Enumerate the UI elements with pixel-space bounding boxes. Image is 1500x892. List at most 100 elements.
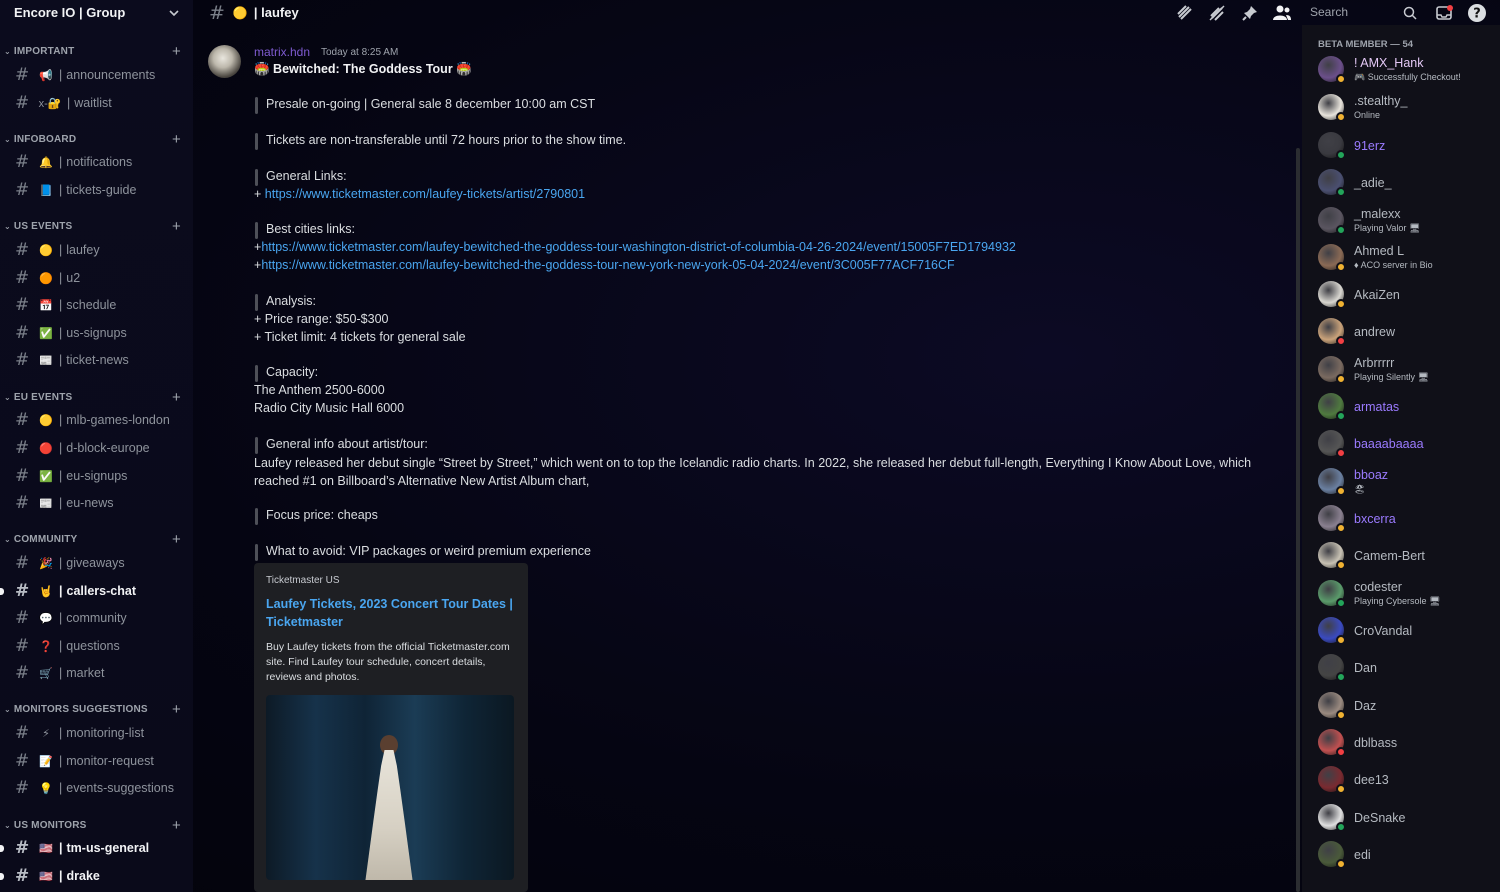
member-item[interactable]: bboaz 🏖	[1318, 468, 1498, 500]
channel-drake[interactable]: # 🇺🇸 | drake	[0, 864, 186, 888]
channel-emoji: 💬	[39, 612, 53, 625]
member-item[interactable]: andrew	[1318, 318, 1498, 350]
category-important[interactable]: ⌄ IMPORTANT +	[0, 43, 193, 59]
channel-monitor-request[interactable]: # 📝 | monitor-request	[8, 749, 186, 773]
member-activity: Playing Valor 🖥	[1354, 223, 1421, 233]
add-channel-icon[interactable]: +	[172, 818, 181, 833]
member-item[interactable]: dblbass	[1318, 729, 1498, 761]
channel-giveaways[interactable]: # 🎉 | giveaways	[8, 551, 186, 575]
threads-icon[interactable]	[1175, 3, 1195, 23]
channel-announcements[interactable]: # 📢 | announcements	[8, 63, 186, 87]
channel-schedule[interactable]: # 📅 | schedule	[8, 293, 186, 317]
member-item[interactable]: _malexx Playing Valor 🖥	[1318, 207, 1498, 239]
members-icon[interactable]	[1272, 3, 1292, 23]
search-icon[interactable]	[1400, 3, 1420, 23]
channel-emoji: ✅	[39, 327, 53, 340]
chevron-down-icon[interactable]	[167, 6, 181, 20]
add-channel-icon[interactable]: +	[172, 44, 181, 59]
member-item[interactable]: edi	[1318, 841, 1498, 873]
embed-image[interactable]	[266, 695, 514, 880]
washington-link[interactable]: https://www.ticketmaster.com/laufey-bewi…	[261, 240, 1016, 254]
member-item[interactable]: Camem-Bert	[1318, 542, 1498, 574]
channel-u2[interactable]: # 🟠 | u2	[8, 266, 186, 290]
hash-icon: #	[15, 723, 30, 743]
help-icon[interactable]: ?	[1467, 3, 1487, 23]
add-channel-icon[interactable]: +	[172, 132, 181, 147]
channel-market[interactable]: # 🛒 | market	[8, 661, 186, 685]
category-infoboard[interactable]: ⌄ INFOBOARD +	[0, 131, 193, 147]
channel-eu-news[interactable]: # 📰 | eu-news	[8, 491, 186, 515]
channel-d-block-europe[interactable]: # 🔴 | d-block-europe	[8, 436, 186, 460]
message-author[interactable]: matrix.hdn	[254, 45, 310, 59]
member-item[interactable]: Ahmed L ♦ ACO server in Bio	[1318, 244, 1498, 276]
hash-icon: #	[15, 553, 30, 573]
category-us-events[interactable]: ⌄ US EVENTS +	[0, 218, 193, 234]
add-channel-icon[interactable]: +	[172, 532, 181, 547]
member-item[interactable]: bxcerra	[1318, 505, 1498, 537]
channel-waitlist[interactable]: # x-🔐 | waitlist	[8, 91, 186, 115]
server-header[interactable]: Encore IO | Group	[0, 0, 193, 25]
channel-notifications[interactable]: # 🔔 | notifications	[8, 150, 186, 174]
message-line: Best cities links:	[254, 222, 355, 239]
channel-questions[interactable]: # ❓ | questions	[8, 634, 186, 658]
channel-events-suggestions[interactable]: # 💡 | events-suggestions	[8, 776, 186, 800]
member-item[interactable]: 91erz	[1318, 132, 1498, 164]
message-timestamp: Today at 8:25 AM	[321, 47, 399, 58]
inbox-icon[interactable]	[1434, 3, 1454, 23]
message-line: + Price range: $50-$300	[254, 312, 389, 326]
status-indicator	[1336, 523, 1346, 533]
chevron-down-icon: ⌄	[4, 392, 11, 402]
new-york-link[interactable]: https://www.ticketmaster.com/laufey-bewi…	[261, 258, 954, 272]
scrollbar[interactable]	[1296, 148, 1300, 892]
member-item[interactable]: codester Playing Cybersole 🖥	[1318, 580, 1498, 612]
channel-emoji: 🟠	[39, 272, 53, 285]
embed-title[interactable]: Laufey Tickets, 2023 Concert Tour Dates …	[266, 595, 516, 631]
member-item[interactable]: Daz	[1318, 692, 1498, 724]
channel-emoji: 💡	[39, 782, 53, 795]
channel-tickets-guide[interactable]: # 📘 | tickets-guide	[8, 178, 186, 202]
channel-emoji: 🟡	[39, 414, 53, 427]
status-indicator	[1336, 374, 1346, 384]
member-name: edi	[1354, 848, 1371, 862]
member-item[interactable]: Arbrrrrr Playing Silently 🖥	[1318, 356, 1498, 388]
channel-mlb-games-london[interactable]: # 🟡 | mlb-games-london	[8, 408, 186, 432]
category-community[interactable]: ⌄ COMMUNITY +	[0, 531, 193, 547]
channel-eu-signups[interactable]: # ✅ | eu-signups	[8, 464, 186, 488]
channel-emoji: ✅	[39, 470, 53, 483]
member-item[interactable]: AkaiZen	[1318, 281, 1498, 313]
member-item[interactable]: DeSnake	[1318, 804, 1498, 836]
channel-callers-chat[interactable]: # 🤘 | callers-chat	[0, 579, 186, 603]
pin-icon[interactable]	[1240, 3, 1260, 23]
channel-laufey[interactable]: # 🟡 | laufey	[8, 238, 186, 262]
hash-icon: #	[15, 608, 30, 628]
member-item[interactable]: Dan	[1318, 654, 1498, 686]
category-eu-events[interactable]: ⌄ EU EVENTS +	[0, 389, 193, 405]
channel-tm-us-general[interactable]: # 🇺🇸 | tm-us-general	[0, 836, 186, 860]
member-item[interactable]: dee13	[1318, 766, 1498, 798]
category-us-monitors[interactable]: ⌄ US MONITORS +	[0, 817, 193, 833]
member-item[interactable]: CroVandal	[1318, 617, 1498, 649]
member-item[interactable]: ! AMX_Hank 🎮 Successfully Checkout!	[1318, 56, 1498, 88]
status-indicator	[1336, 784, 1346, 794]
member-activity: Online	[1354, 110, 1381, 120]
avatar[interactable]	[208, 45, 241, 78]
add-channel-icon[interactable]: +	[172, 702, 181, 717]
member-item[interactable]: _adie_	[1318, 169, 1498, 201]
channel-monitoring-list[interactable]: # ⚡ | monitoring-list	[8, 721, 186, 745]
member-item[interactable]: .stealthy_ Online	[1318, 94, 1498, 126]
ticketmaster-link[interactable]: https://www.ticketmaster.com/laufey-tick…	[265, 187, 585, 201]
channel-community[interactable]: # 💬 | community	[8, 606, 186, 630]
member-item[interactable]: baaaabaaaa	[1318, 430, 1498, 462]
member-item[interactable]: armatas	[1318, 393, 1498, 425]
add-channel-icon[interactable]: +	[172, 390, 181, 405]
embed-provider[interactable]: Ticketmaster US	[266, 575, 516, 586]
member-list: BETA MEMBER — 54 ! AMX_Hank 🎮 Successfull…	[1302, 25, 1500, 892]
channel-us-signups[interactable]: # ✅ | us-signups	[8, 321, 186, 345]
mute-icon[interactable]	[1207, 3, 1227, 23]
hash-icon: #	[209, 1, 225, 24]
category-monitors-suggestions[interactable]: ⌄ MONITORS SUGGESTIONS +	[0, 701, 193, 717]
status-indicator	[1336, 225, 1346, 235]
channel-ticket-news[interactable]: # 📰 | ticket-news	[8, 348, 186, 372]
message-line: The Anthem 2500-6000	[254, 383, 385, 397]
add-channel-icon[interactable]: +	[172, 219, 181, 234]
